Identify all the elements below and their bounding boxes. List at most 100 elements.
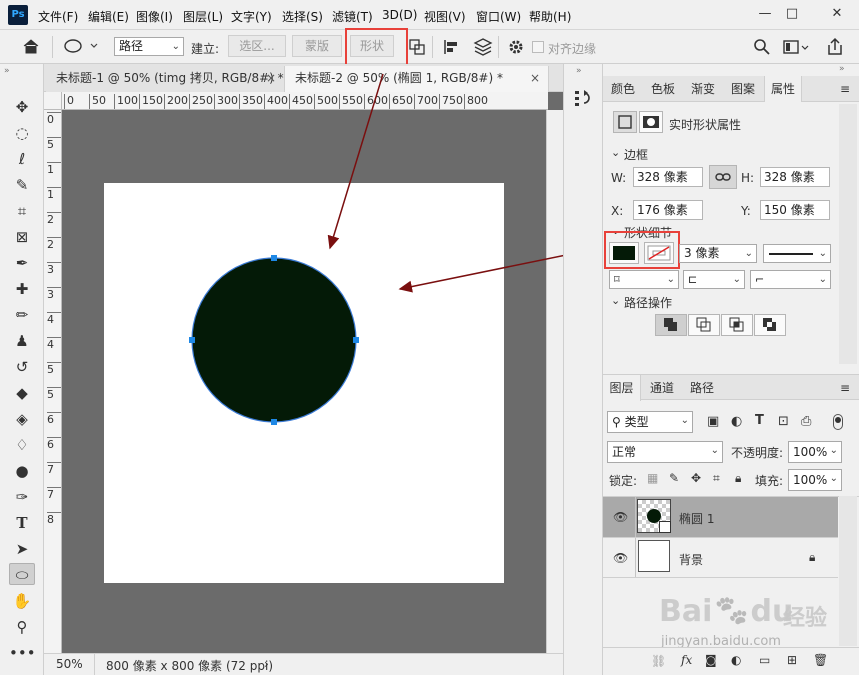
chevron-down-icon: ⌄ — [818, 248, 827, 259]
tab-paths[interactable]: 路径 — [683, 375, 721, 401]
tab-channels[interactable]: 通道 — [643, 375, 681, 401]
path-ops-section-title: 路径操作 — [624, 296, 673, 310]
divider — [603, 577, 838, 578]
lock-label: 锁定: — [609, 474, 638, 488]
lock-icon: 🔒︎ — [809, 550, 816, 564]
x-label: X: — [611, 204, 624, 218]
zoom-level[interactable]: 50% — [56, 657, 83, 671]
chevron-down-icon: ⌄ — [680, 415, 689, 426]
chevron-down-icon: ⌄ — [744, 248, 753, 259]
link-icon[interactable] — [709, 165, 737, 189]
blend-mode-value: 正常 — [612, 445, 637, 459]
opacity-value: 100% — [793, 445, 828, 459]
y-label: Y: — [741, 204, 751, 218]
layers-scrollbar[interactable] — [839, 496, 857, 646]
layer-name[interactable]: 背景 — [679, 551, 703, 568]
status-menu-icon[interactable]: › — [264, 657, 269, 671]
link-layers-icon[interactable]: ⛓︎ — [651, 654, 666, 668]
chevron-down-icon: ⌄ — [818, 274, 827, 285]
lock-position-icon[interactable]: ✥ — [691, 471, 701, 485]
stroke-caps-icon: ⊏ — [688, 273, 698, 286]
subtract-shape-icon[interactable] — [688, 314, 720, 336]
panel-menu-icon[interactable]: ≡ — [835, 76, 855, 102]
eye-icon[interactable]: 👁︎ — [613, 510, 628, 524]
pixel-filter-icon[interactable]: ▣ — [707, 414, 719, 429]
anchor-handle-left[interactable] — [189, 337, 195, 343]
stroke-align-select[interactable]: ⌑ ⌄ — [609, 270, 679, 289]
combine-shapes-icon[interactable] — [655, 314, 687, 336]
opacity-input[interactable]: 100% ⌄ — [788, 441, 842, 463]
chevron-down-icon: ⌄ — [732, 274, 741, 285]
chevron-down-icon[interactable]: ⌄ — [611, 294, 620, 307]
width-input[interactable]: 328 像素 — [633, 167, 703, 187]
tab-layers[interactable]: 图层 — [603, 375, 641, 401]
layer-name[interactable]: 椭圆 1 — [679, 510, 714, 527]
type-filter-icon[interactable]: T — [755, 413, 764, 428]
anchor-handle-top[interactable] — [271, 255, 277, 261]
opacity-label: 不透明度: — [731, 446, 784, 460]
fx-icon[interactable]: fx — [681, 653, 692, 667]
properties-title: 实时形状属性 — [669, 118, 742, 132]
lock-all-icon[interactable]: 🔒︎ — [735, 471, 741, 486]
stroke-type-select[interactable]: ⌄ — [763, 244, 831, 263]
collapsed-panel-dock: » — [563, 64, 603, 675]
adjustment-filter-icon[interactable]: ◐ — [731, 414, 742, 429]
stroke-width-select[interactable]: 3 像素 ⌄ — [679, 244, 757, 263]
lock-artboard-icon[interactable]: ⌗ — [713, 471, 720, 486]
fill-label: 填充: — [755, 474, 784, 488]
properties-scrollbar[interactable] — [839, 104, 857, 364]
blend-mode-select[interactable]: 正常 ⌄ — [607, 441, 723, 463]
chevron-down-icon[interactable]: ⌄ — [611, 146, 620, 159]
divider — [603, 537, 838, 538]
eye-icon[interactable]: 👁︎ — [613, 551, 628, 565]
y-input[interactable]: 150 像素 — [760, 200, 830, 220]
lock-transparent-icon[interactable]: ▦ — [647, 471, 658, 485]
tab-color[interactable]: 颜色 — [603, 76, 643, 102]
tab-gradient[interactable]: 渐变 — [683, 76, 723, 102]
fill-value: 100% — [793, 473, 828, 487]
new-group-icon[interactable]: ▭ — [759, 653, 770, 667]
layers-footer: ⛓︎ fx ◙ ◐ ▭ ⊞ 🗑︎ — [603, 647, 859, 675]
chevron-down-icon: ⌄ — [829, 445, 838, 456]
annotation-arrow — [327, 73, 384, 250]
anchor-handle-bottom[interactable] — [271, 419, 277, 425]
collapse-icon[interactable]: » — [839, 64, 845, 74]
ellipse-shape[interactable] — [191, 257, 357, 423]
intersect-shape-icon[interactable] — [721, 314, 753, 336]
collapse-icon[interactable]: » — [576, 66, 582, 76]
history-panel-icon[interactable] — [574, 89, 594, 107]
fill-input[interactable]: 100% ⌄ — [788, 469, 842, 491]
anchor-handle-right[interactable] — [353, 337, 359, 343]
shape-props-icon[interactable] — [613, 111, 637, 133]
chevron-down-icon: ⌄ — [829, 473, 838, 484]
adjustment-layer-icon[interactable]: ◐ — [731, 653, 741, 667]
add-mask-icon[interactable]: ◙ — [705, 653, 717, 667]
stroke-align-icon: ⌑ — [614, 273, 620, 286]
width-label: W: — [611, 171, 627, 185]
shape-layer-badge-icon — [659, 521, 671, 533]
mask-props-icon[interactable] — [639, 111, 663, 133]
watermark-cn: 经验 — [783, 606, 828, 631]
tab-patterns[interactable]: 图案 — [723, 76, 763, 102]
exclude-shape-icon[interactable] — [754, 314, 786, 336]
layer-filter-select[interactable]: ⚲ 类型 ⌄ — [607, 411, 693, 433]
new-layer-icon[interactable]: ⊞ — [787, 653, 797, 667]
chevron-down-icon: ⌄ — [666, 274, 675, 285]
panel-menu-icon[interactable]: ≡ — [835, 375, 855, 401]
search-icon: ⚲ — [612, 415, 625, 429]
tab-swatches[interactable]: 色板 — [643, 76, 683, 102]
lock-pixels-icon[interactable]: ✎ — [669, 471, 679, 485]
height-input[interactable]: 328 像素 — [760, 167, 830, 187]
properties-tabs: 颜色 色板 渐变 图案 属性 ≡ — [603, 76, 859, 102]
trash-icon[interactable]: 🗑︎ — [813, 653, 828, 667]
stroke-corners-select[interactable]: ⌐ ⌄ — [750, 270, 831, 289]
shape-filter-icon[interactable]: ⊡ — [778, 414, 789, 429]
stroke-caps-select[interactable]: ⊏ ⌄ — [683, 270, 745, 289]
filter-toggle[interactable] — [833, 414, 843, 430]
x-input[interactable]: 176 像素 — [633, 200, 703, 220]
tab-properties[interactable]: 属性 — [764, 76, 802, 102]
document-info: 800 像素 x 800 像素 (72 ppi) — [106, 659, 273, 673]
stroke-width-value: 3 像素 — [684, 246, 720, 260]
layer-filter-value: 类型 — [624, 415, 649, 429]
smart-object-filter-icon[interactable]: ⎙ — [801, 414, 811, 429]
